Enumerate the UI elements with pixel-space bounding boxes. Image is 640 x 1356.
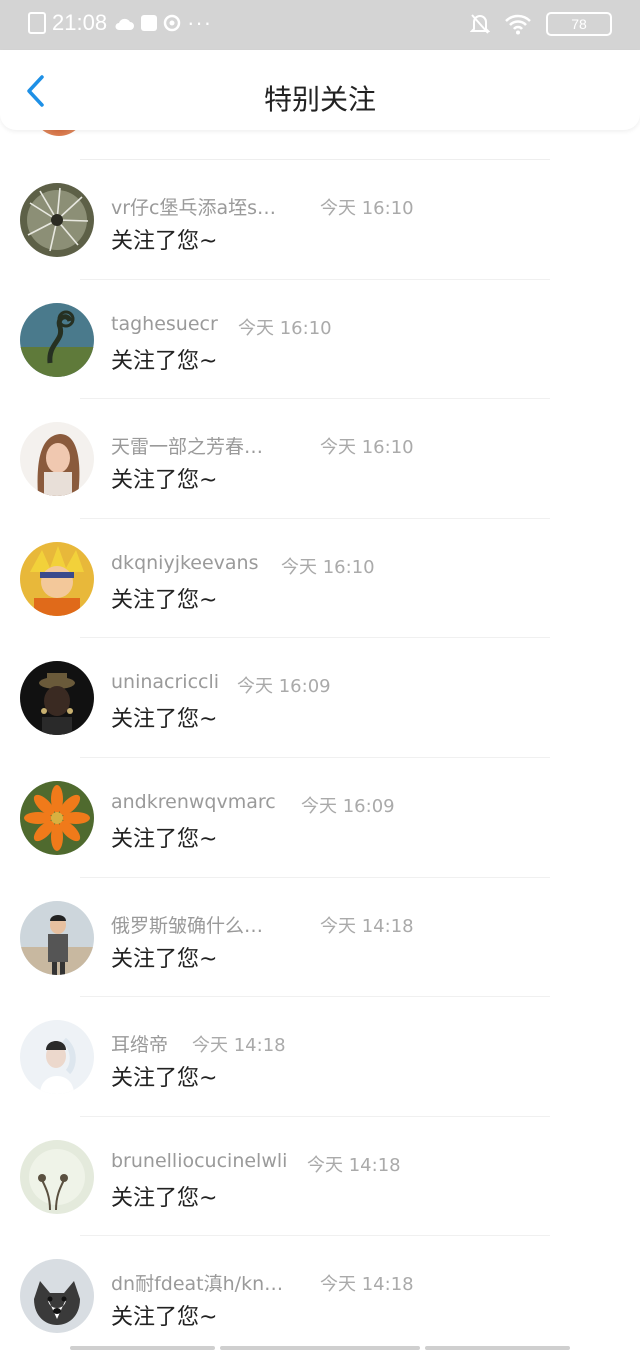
avatar[interactable]: [20, 900, 94, 975]
video-app-icon: [141, 15, 158, 31]
user-name[interactable]: taghesuecr: [111, 313, 218, 335]
timestamp: 今天 14:18: [307, 1154, 401, 1176]
message-text: 关注了您~: [111, 1305, 218, 1331]
avatar[interactable]: [20, 1020, 94, 1095]
timestamp: 今天 16:10: [238, 317, 332, 339]
avatar[interactable]: [20, 541, 94, 616]
mute-bell-icon: [470, 14, 490, 34]
cloud-icon: [115, 18, 135, 30]
user-name[interactable]: 耳绺帝: [111, 1030, 168, 1057]
list-item[interactable]: dkqniyjkeevans 今天 16:10 关注了您~: [0, 519, 640, 639]
message-text: 关注了您~: [111, 348, 218, 374]
message-text: 关注了您~: [111, 468, 218, 494]
avatar[interactable]: [20, 422, 94, 497]
user-name[interactable]: dn耐fdeat滇h/kn…: [111, 1269, 283, 1296]
message-text: 关注了您~: [111, 946, 218, 972]
list-item[interactable]: brunelliocucinelwli 今天 14:18 关注了您~: [0, 1117, 640, 1237]
user-name[interactable]: vr仔c堡乓添a垤s…: [111, 193, 276, 220]
status-bar: 21:08 ··· 78: [0, 0, 640, 50]
battery-indicator: 78: [546, 12, 612, 36]
page-title: 特别关注: [263, 83, 376, 116]
notification-list: vr仔c堡乓添a垤s… 今天 16:10 关注了您~ taghesuecr 今天…: [0, 84, 640, 1356]
avatar[interactable]: [20, 780, 94, 855]
list-item[interactable]: andkrenwqvmarc 今天 16:09 关注了您~: [0, 758, 640, 878]
timestamp: 今天 16:09: [301, 795, 395, 817]
bottom-scroll-indicator: [0, 1344, 640, 1351]
avatar[interactable]: [20, 1139, 94, 1214]
user-name[interactable]: 俄罗斯皱确什么…: [111, 911, 263, 938]
user-name[interactable]: brunelliocucinelwli: [111, 1150, 287, 1172]
timestamp: 今天 14:18: [192, 1035, 286, 1057]
status-left: 21:08 ···: [28, 10, 212, 36]
avatar[interactable]: [20, 1259, 94, 1334]
message-text: 关注了您~: [111, 587, 218, 613]
list-item[interactable]: uninacriccli 今天 16:09 关注了您~: [0, 638, 640, 758]
status-right: 78: [470, 12, 612, 36]
list-item[interactable]: dn耐fdeat滇h/kn… 今天 14:18 关注了您~: [0, 1236, 640, 1356]
wifi-icon: [505, 14, 531, 35]
nav-bar: 特别关注: [0, 50, 640, 130]
avatar[interactable]: [20, 183, 94, 257]
message-text: 关注了您~: [111, 826, 218, 852]
timestamp: 今天 16:09: [237, 676, 331, 698]
message-text: 关注了您~: [111, 1066, 218, 1092]
avatar[interactable]: [20, 302, 94, 377]
list-item[interactable]: 耳绺帝 今天 14:18 关注了您~: [0, 997, 640, 1117]
timestamp: 今天 14:18: [320, 915, 414, 937]
timestamp: 今天 16:10: [281, 556, 375, 578]
message-text: 关注了您~: [111, 229, 218, 254]
sync-icon: [163, 14, 181, 32]
no-sim-icon: [28, 12, 46, 34]
user-name[interactable]: andkrenwqvmarc: [111, 791, 276, 813]
user-name[interactable]: 天雷一部之芳春…: [111, 432, 263, 459]
timestamp: 今天 16:10: [320, 437, 414, 459]
message-text: 关注了您~: [111, 1185, 218, 1211]
list-item[interactable]: 天雷一部之芳春… 今天 16:10 关注了您~: [0, 399, 640, 519]
more-notifications-icon: ···: [187, 10, 213, 35]
user-name[interactable]: uninacriccli: [111, 671, 219, 693]
message-text: 关注了您~: [111, 707, 218, 733]
partial-list-item[interactable]: [0, 84, 640, 160]
timestamp: 今天 14:18: [320, 1274, 414, 1296]
list-item[interactable]: vr仔c堡乓添a垤s… 今天 16:10 关注了您~: [0, 160, 640, 280]
status-time: 21:08: [52, 10, 108, 35]
list-item[interactable]: taghesuecr 今天 16:10 关注了您~: [0, 280, 640, 400]
avatar[interactable]: [20, 661, 94, 736]
timestamp: 今天 16:10: [320, 198, 414, 219]
list-item[interactable]: 俄罗斯皱确什么… 今天 14:18 关注了您~: [0, 878, 640, 998]
user-name[interactable]: dkqniyjkeevans: [111, 552, 259, 574]
